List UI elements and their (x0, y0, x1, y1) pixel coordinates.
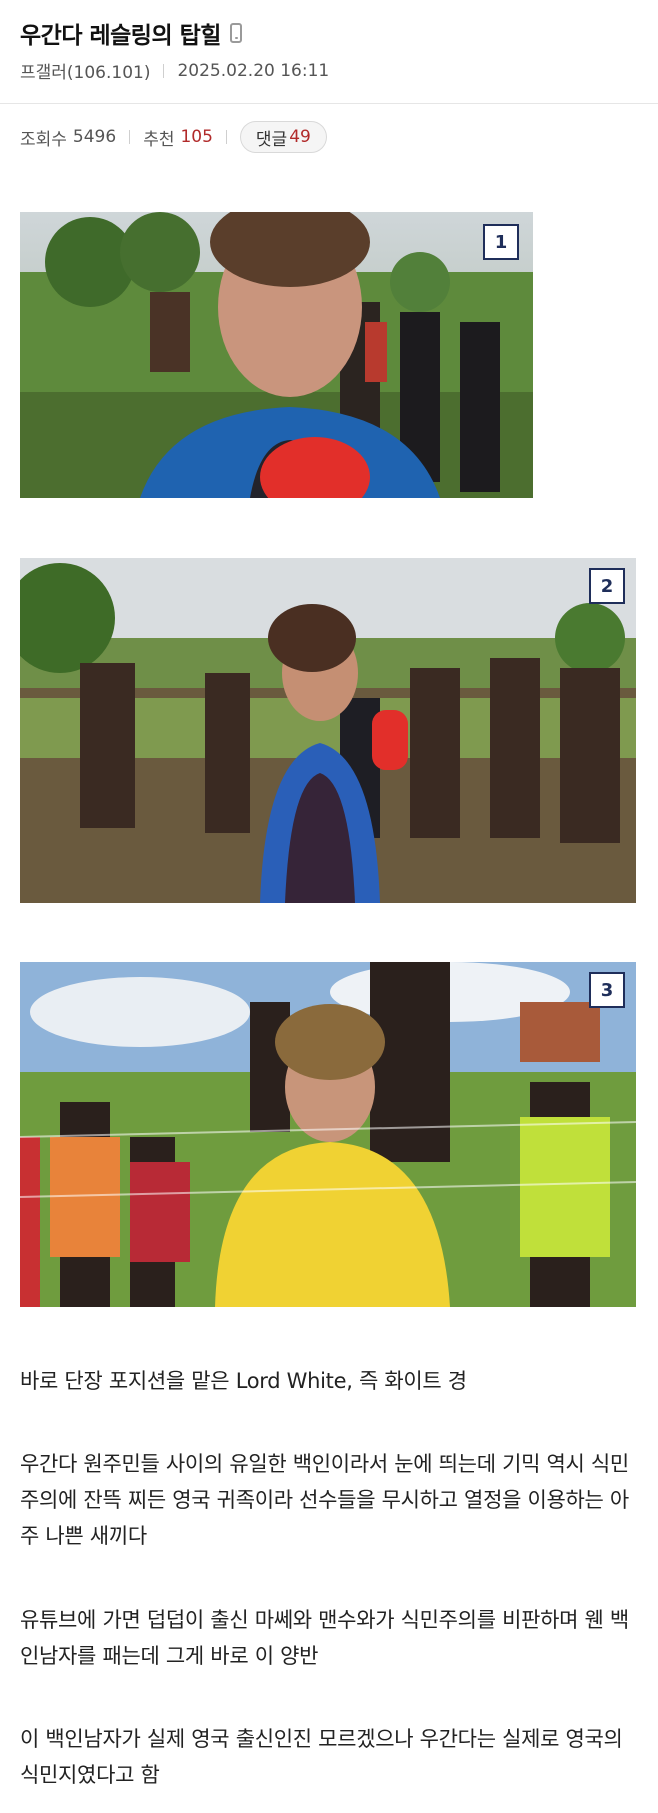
post-title-row: 우간다 레슬링의 탑힐 (20, 16, 242, 50)
photo-1-scene (20, 212, 533, 498)
photo-number-badge: 3 (589, 972, 625, 1008)
comments-count: 49 (289, 127, 311, 147)
photo-3-scene (20, 962, 636, 1307)
photo-2-scene (20, 558, 636, 903)
post-title: 우간다 레슬링의 탑힐 (20, 23, 221, 49)
author-name[interactable]: 프갤러(106.101) (20, 58, 150, 83)
post-datetime: 2025.02.20 16:11 (177, 60, 330, 81)
views-count: 5496 (72, 127, 117, 147)
body-paragraph-1: 바로 단장 포지션을 맡은 Lord White, 즉 화이트 경 (20, 1369, 467, 1393)
divider (163, 63, 165, 78)
divider (129, 130, 131, 144)
post-photo-1[interactable]: 1 (20, 212, 533, 498)
post-header: 우간다 레슬링의 탑힐 프갤러(106.101) 2025.02.20 16:1… (0, 0, 658, 104)
photo-number-badge: 1 (483, 224, 519, 260)
comments-button[interactable]: 댓글 49 (239, 121, 327, 153)
body-paragraph-2: 우간다 원주민들 사이의 유일한 백인이라서 눈에 띄는데 기믹 역시 식민주의… (20, 1452, 629, 1548)
post-photo-3[interactable]: 3 (20, 962, 636, 1307)
post-meta: 프갤러(106.101) 2025.02.20 16:11 (20, 58, 330, 84)
body-paragraph-3: 유튜브에 가면 덥덥이 출신 마쎄와 맨수와가 식민주의를 비판하며 웬 백인남… (20, 1608, 629, 1668)
recommend-count: 105 (180, 127, 213, 147)
comments-label: 댓글 (255, 129, 288, 150)
recommend-label: 추천 (143, 129, 175, 150)
divider (225, 130, 227, 144)
views-label: 조회수 (20, 129, 67, 150)
post-photo-2[interactable]: 2 (20, 558, 636, 903)
photo-number-badge: 2 (589, 568, 625, 604)
post-stats: 조회수 5496 추천 105 댓글 49 (20, 120, 327, 154)
mobile-phone-icon (229, 23, 242, 43)
body-paragraph-4: 이 백인남자가 실제 영국 출신인진 모르겠으나 우간다는 실제로 영국의 식민… (20, 1727, 623, 1787)
